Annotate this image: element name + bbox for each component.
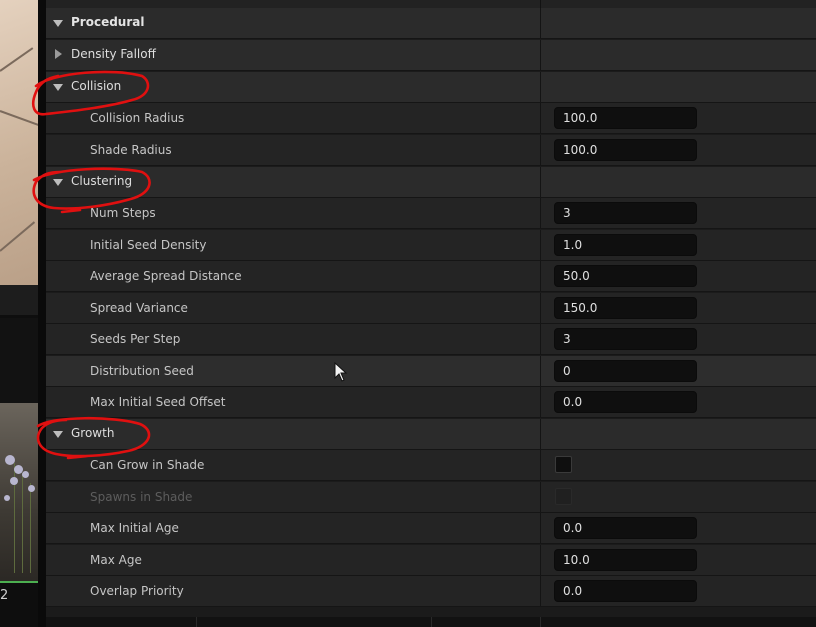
property-label: Overlap Priority [90,584,184,598]
mouse-pointer-icon [334,362,348,382]
num-steps-input[interactable] [554,202,697,224]
triangle-down-icon[interactable] [53,179,63,186]
viewport-toolbar [0,285,38,315]
section-collision[interactable]: Collision [46,72,816,103]
shade-radius-input[interactable] [554,139,697,161]
property-label: Max Initial Seed Offset [90,395,226,409]
property-collision-radius: Collision Radius [46,103,816,134]
can-grow-in-shade-checkbox[interactable] [555,456,572,473]
details-panel: Procedural Density Falloff Collision Col… [46,0,816,627]
property-overlap-priority: Overlap Priority [46,576,816,607]
viewport-plant-preview [0,403,38,583]
viewport-scene-top [0,0,38,285]
property-label: Shade Radius [90,143,172,157]
property-num-steps: Num Steps [46,198,816,229]
property-label: Max Age [90,553,142,567]
max-initial-age-input[interactable] [554,517,697,539]
triangle-down-icon[interactable] [53,431,63,438]
triangle-down-icon[interactable] [53,20,63,27]
property-initial-seed-density: Initial Seed Density [46,230,816,261]
property-spawns-in-shade: Spawns in Shade [46,482,816,513]
triangle-down-icon[interactable] [53,84,63,91]
property-can-grow-in-shade: Can Grow in Shade [46,450,816,481]
initial-seed-density-input[interactable] [554,234,697,256]
property-seeds-per-step: Seeds Per Step [46,324,816,355]
property-label: Num Steps [90,206,156,220]
average-spread-distance-input[interactable] [554,265,697,287]
section-clustering-label: Clustering [71,174,133,188]
section-density-falloff[interactable]: Density Falloff [46,40,816,71]
viewport-progress-line [0,581,38,583]
property-average-spread-distance: Average Spread Distance [46,261,816,292]
section-growth[interactable]: Growth [46,419,816,450]
viewport-counter: 2 [0,588,9,603]
triangle-right-icon[interactable] [55,49,62,59]
property-shade-radius: Shade Radius [46,135,816,166]
property-label: Seeds Per Step [90,332,181,346]
section-density-falloff-label: Density Falloff [71,47,156,61]
property-label: Max Initial Age [90,521,179,535]
max-initial-seed-offset-input[interactable] [554,391,697,413]
property-distribution-seed: Distribution Seed [46,356,816,387]
property-label: Spawns in Shade [90,490,193,504]
section-growth-label: Growth [71,426,115,440]
property-label: Initial Seed Density [90,238,207,252]
spawns-in-shade-checkbox [555,488,572,505]
viewport-strip: 2 [0,0,38,627]
panel-bottom-bar [46,617,816,627]
spread-variance-input[interactable] [554,297,697,319]
property-label: Average Spread Distance [90,269,242,283]
property-label: Collision Radius [90,111,185,125]
section-procedural-label: Procedural [71,15,145,29]
property-max-initial-seed-offset: Max Initial Seed Offset [46,387,816,418]
section-collision-label: Collision [71,79,122,93]
section-procedural[interactable]: Procedural [46,8,816,39]
property-max-age: Max Age [46,545,816,576]
section-clustering[interactable]: Clustering [46,167,816,198]
distribution-seed-input[interactable] [554,360,697,382]
property-spread-variance: Spread Variance [46,293,816,324]
property-label: Distribution Seed [90,364,194,378]
panel-splitter[interactable] [38,0,46,627]
property-label: Can Grow in Shade [90,458,205,472]
previous-row-remnant [46,0,816,8]
property-max-initial-age: Max Initial Age [46,513,816,544]
viewport-panel [0,318,38,403]
seeds-per-step-input[interactable] [554,328,697,350]
overlap-priority-input[interactable] [554,580,697,602]
collision-radius-input[interactable] [554,107,697,129]
max-age-input[interactable] [554,549,697,571]
property-label: Spread Variance [90,301,188,315]
